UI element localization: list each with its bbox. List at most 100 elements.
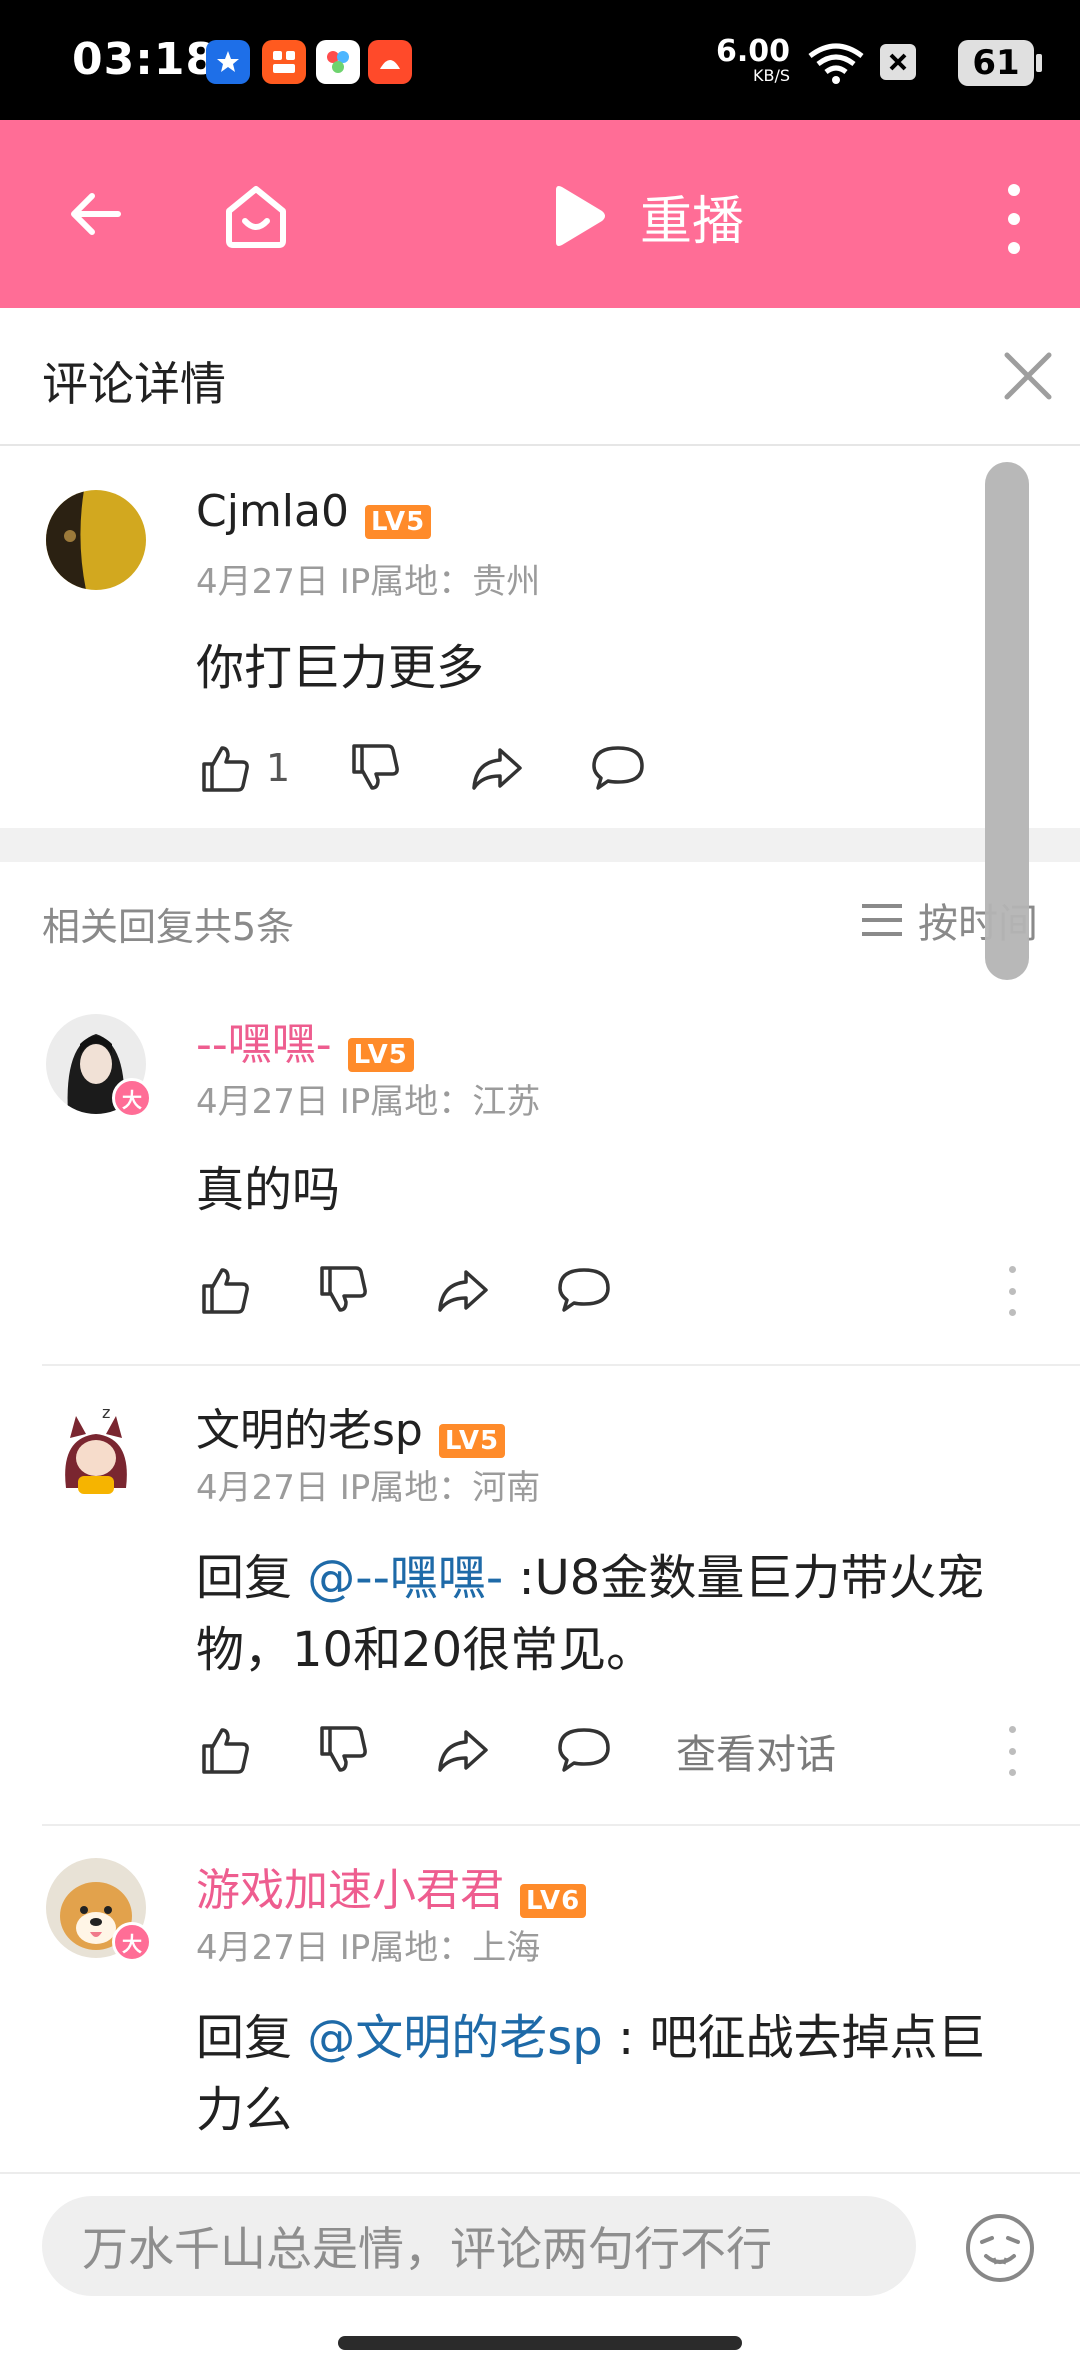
- comment-bubble-icon: [558, 1268, 610, 1312]
- divider: [42, 1364, 1080, 1366]
- reply-button[interactable]: [556, 1260, 612, 1320]
- share-button[interactable]: [468, 738, 524, 798]
- dislike-button[interactable]: [346, 738, 402, 798]
- divider: [42, 1824, 1080, 1826]
- emoji-button[interactable]: [962, 2210, 1038, 2286]
- thumbs-up-icon: [202, 746, 249, 792]
- back-arrow-icon: [71, 193, 121, 235]
- comment-detail-header: 评论详情: [0, 308, 1080, 446]
- home-indicator[interactable]: [338, 2336, 742, 2350]
- level-badge: LV5: [347, 1037, 414, 1072]
- comment-meta: 4月27日 IP属地：上海: [196, 1920, 540, 1969]
- avatar[interactable]: [46, 490, 146, 590]
- comment-ip: IP属地：江苏: [339, 1082, 541, 1122]
- comment-meta: 4月27日 IP属地：贵州: [196, 554, 540, 603]
- close-notification-icon: [880, 44, 916, 80]
- comment-date: 4月27日: [196, 562, 329, 602]
- comment-text: 你打巨力更多: [196, 640, 485, 696]
- replay-label: 重播: [640, 191, 745, 252]
- comment-text: 真的吗: [196, 1162, 341, 1218]
- comment-input-placeholder: 万水千山总是情，评论两句行不行: [82, 2222, 772, 2276]
- home-icon: [226, 186, 286, 248]
- app-notification-icon: [368, 40, 412, 84]
- comment-author: --嘿嘿- LV5: [196, 1008, 414, 1072]
- close-button[interactable]: [996, 344, 1060, 408]
- back-button[interactable]: [54, 174, 134, 254]
- share-arrow-icon: [438, 1730, 488, 1772]
- level-badge: LV6: [520, 1883, 587, 1918]
- thumbs-down-icon: [320, 1266, 367, 1312]
- list-icon: [862, 904, 902, 936]
- reply-text-line2: 物，10和20很常见。: [196, 1622, 655, 1678]
- thumbs-down-icon: [352, 744, 399, 790]
- share-button[interactable]: [434, 1720, 490, 1780]
- dislike-button[interactable]: [314, 1720, 370, 1780]
- app-notification-icon: [206, 40, 250, 84]
- share-arrow-icon: [472, 748, 522, 790]
- avatar[interactable]: z: [46, 1398, 146, 1498]
- reply-text-line2: 力么: [196, 2082, 293, 2138]
- more-options-button[interactable]: [996, 184, 1032, 254]
- reply-button[interactable]: [556, 1720, 612, 1780]
- view-conversation-link[interactable]: 查看对话: [676, 1722, 836, 1780]
- page-title: 评论详情: [42, 357, 226, 411]
- level-badge: LV5: [438, 1423, 506, 1458]
- level-badge: LV5: [365, 504, 432, 539]
- comment-author: 游戏加速小君君 LV6: [196, 1854, 587, 1918]
- comment-date: 4月27日: [196, 1082, 329, 1122]
- play-icon: [556, 186, 605, 246]
- username[interactable]: 文明的老sp: [196, 1405, 423, 1456]
- comment-author: 文明的老sp LV5: [196, 1394, 506, 1458]
- scrollbar-thumb[interactable]: [985, 462, 1029, 980]
- thumbs-down-icon: [320, 1726, 367, 1772]
- vip-badge: 大: [112, 1078, 152, 1118]
- dislike-button[interactable]: [314, 1260, 370, 1320]
- comment-author: Cjmla0 LV5: [196, 486, 432, 539]
- mention-link[interactable]: @--嘿嘿-: [307, 1550, 503, 1606]
- reply-button[interactable]: [590, 738, 646, 798]
- comment-bubble-icon: [592, 746, 644, 790]
- comment-bubble-icon: [558, 1728, 610, 1772]
- comment-meta: 4月27日 IP属地：河南: [196, 1460, 540, 1509]
- more-options-button[interactable]: [1002, 1266, 1022, 1316]
- reply-prefix: 回复: [196, 1550, 308, 1606]
- wifi-icon: [806, 42, 866, 90]
- comment-date: 4月27日: [196, 1468, 329, 1508]
- network-speed: 6.00 KB/S: [715, 34, 790, 86]
- comment-text: 回复 @文明的老sp : 吧征战去掉点巨 力么: [196, 2002, 1036, 2146]
- username[interactable]: Cjmla0: [196, 486, 349, 537]
- replay-button[interactable]: 重播: [548, 176, 744, 256]
- thumbs-up-icon: [202, 1728, 249, 1774]
- reply-text-line1: :U8金数量巨力带火宠: [503, 1550, 985, 1606]
- section-separator: [0, 828, 1080, 862]
- like-button[interactable]: [196, 1720, 252, 1780]
- like-button[interactable]: [196, 1260, 252, 1320]
- mention-link[interactable]: @文明的老sp: [307, 2010, 602, 2066]
- comment-ip: IP属地：上海: [339, 1928, 541, 1968]
- thumbs-up-icon: [202, 1268, 249, 1314]
- share-arrow-icon: [438, 1270, 488, 1312]
- username[interactable]: 游戏加速小君君: [196, 1865, 504, 1916]
- like-button[interactable]: 1: [196, 738, 290, 798]
- comment-ip: IP属地：贵州: [339, 562, 541, 602]
- reply-text-line1: : 吧征战去掉点巨: [602, 2010, 986, 2066]
- comment-date: 4月27日: [196, 1928, 329, 1968]
- top-bar: 重播: [0, 120, 1080, 308]
- comment-meta: 4月27日 IP属地：江苏: [196, 1074, 540, 1123]
- app-notification-icon: [316, 40, 360, 84]
- comment-input[interactable]: 万水千山总是情，评论两句行不行: [42, 2196, 916, 2296]
- vip-badge: 大: [112, 1922, 152, 1962]
- app-notification-icon: [262, 40, 306, 84]
- home-button[interactable]: [212, 172, 300, 260]
- status-time: 03:18: [72, 34, 218, 85]
- replies-count: 相关回复共5条: [42, 905, 295, 949]
- battery-indicator: 61: [958, 40, 1042, 86]
- status-bar: 03:18 6.00 KB/S 61: [0, 0, 1080, 120]
- more-options-button[interactable]: [1002, 1726, 1022, 1776]
- reply-prefix: 回复: [196, 2010, 308, 2066]
- username[interactable]: --嘿嘿-: [196, 1019, 332, 1070]
- svg-text:z: z: [102, 1403, 110, 1422]
- like-count: 1: [266, 746, 291, 790]
- share-button[interactable]: [434, 1260, 490, 1320]
- emoji-icon: [966, 2214, 1034, 2282]
